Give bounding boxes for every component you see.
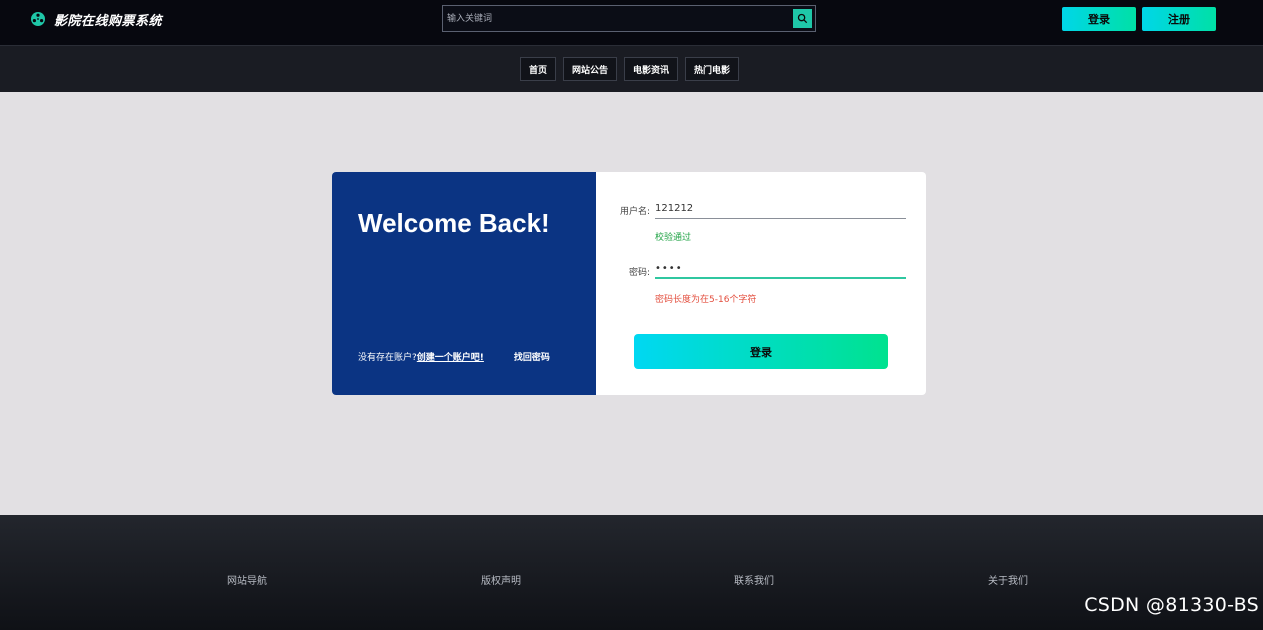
nav-item-hot-movies[interactable]: 热门电影: [685, 57, 740, 81]
search-button[interactable]: [793, 9, 812, 28]
account-links: 没有存在账户? 创建一个账户吧! 找回密码: [358, 350, 550, 363]
site-title: 影院在线购票系统: [54, 13, 163, 29]
nav-bar: 首页 网站公告 电影资讯 热门电影: [0, 45, 1263, 92]
password-label: 密码:: [628, 268, 650, 278]
search-input[interactable]: [447, 9, 787, 28]
main-nav: 首页 网站公告 电影资讯 热门电影: [520, 57, 740, 81]
login-form: 用户名: 校验通过 密码: 密码长度为在5-16个字符 登录: [596, 172, 926, 395]
no-account-text: 没有存在账户?: [358, 353, 417, 363]
welcome-panel: Welcome Back! 没有存在账户? 创建一个账户吧! 找回密码: [332, 172, 596, 395]
top-header: 影院在线购票系统 登录 注册: [0, 0, 1263, 45]
create-account-link[interactable]: 创建一个账户吧!: [417, 350, 484, 363]
username-validation-message: 校验通过: [655, 233, 692, 243]
username-field[interactable]: [655, 199, 906, 219]
footer-link-contact[interactable]: 联系我们: [734, 572, 774, 587]
welcome-heading: Welcome Back!: [358, 208, 550, 238]
watermark: CSDN @81330-BS: [1084, 594, 1259, 616]
forgot-password-link[interactable]: 找回密码: [514, 350, 550, 363]
footer: 网站导航 版权声明 联系我们 关于我们 CSDN @81330-BS: [0, 515, 1263, 630]
password-validation-message: 密码长度为在5-16个字符: [655, 295, 757, 305]
film-reel-icon: [31, 12, 45, 26]
search-icon: [797, 13, 808, 24]
footer-link-about[interactable]: 关于我们: [988, 572, 1028, 587]
login-submit-button[interactable]: 登录: [634, 334, 888, 369]
username-label: 用户名:: [619, 207, 650, 217]
password-field[interactable]: [655, 259, 906, 279]
header-register-button[interactable]: 注册: [1142, 7, 1216, 31]
nav-item-home[interactable]: 首页: [520, 57, 557, 81]
nav-item-movie-news[interactable]: 电影资讯: [624, 57, 679, 81]
footer-link-site-nav[interactable]: 网站导航: [227, 572, 267, 587]
nav-item-announcements[interactable]: 网站公告: [563, 57, 618, 81]
footer-link-copyright[interactable]: 版权声明: [481, 572, 521, 587]
search-box: [442, 5, 816, 32]
brand[interactable]: 影院在线购票系统: [30, 9, 162, 29]
login-card: Welcome Back! 没有存在账户? 创建一个账户吧! 找回密码 用户名:…: [332, 172, 926, 395]
header-login-button[interactable]: 登录: [1062, 7, 1136, 31]
